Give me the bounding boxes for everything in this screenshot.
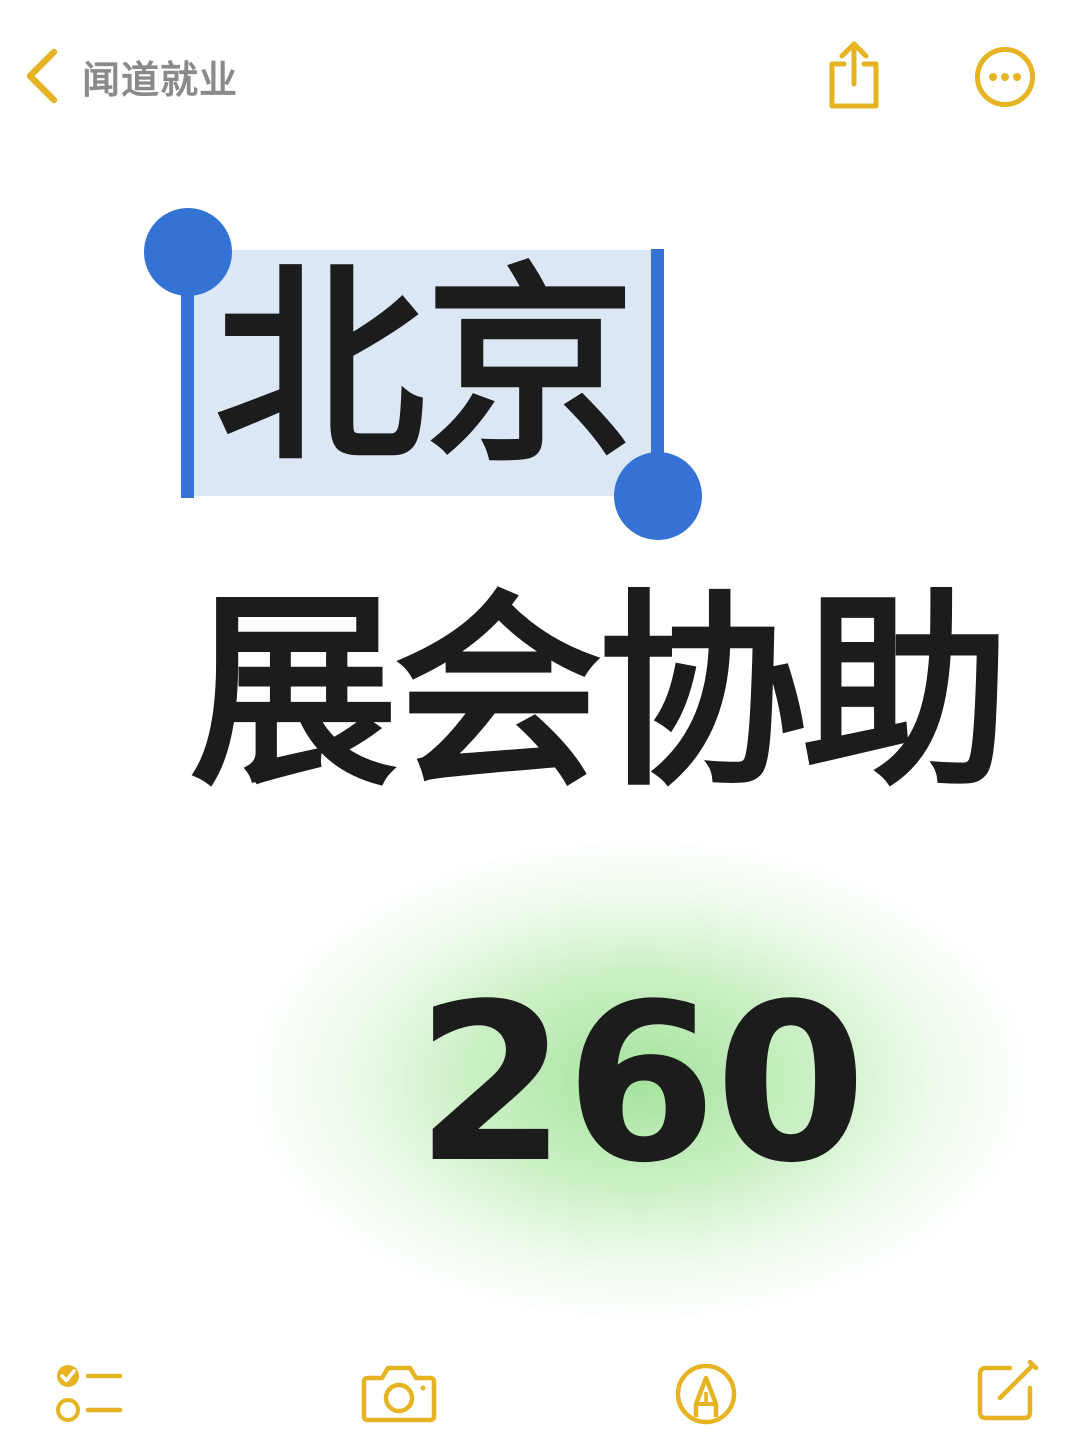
back-button[interactable]: 闻道就业 [22, 44, 238, 108]
camera-icon[interactable] [360, 1362, 438, 1424]
highlight-number[interactable]: 260 [380, 970, 900, 1200]
chevron-left-icon [22, 46, 60, 106]
note-title-selected[interactable]: 北京 [200, 248, 650, 488]
share-icon[interactable] [824, 38, 884, 110]
selection-start-bar [181, 282, 194, 498]
selection-start-handle[interactable] [144, 208, 232, 296]
selection-end-handle[interactable] [614, 452, 702, 540]
notes-page: 闻道就业 北京 展会协助 260 [0, 0, 1080, 1443]
note-title-line2[interactable]: 展会协助 [158, 574, 1038, 814]
compose-icon[interactable] [976, 1358, 1040, 1422]
more-options-icon[interactable] [974, 46, 1036, 108]
markup-pen-icon[interactable] [674, 1362, 738, 1426]
checklist-icon[interactable] [54, 1360, 126, 1426]
back-label: 闻道就业 [82, 57, 239, 102]
selection-end-bar [651, 249, 664, 467]
